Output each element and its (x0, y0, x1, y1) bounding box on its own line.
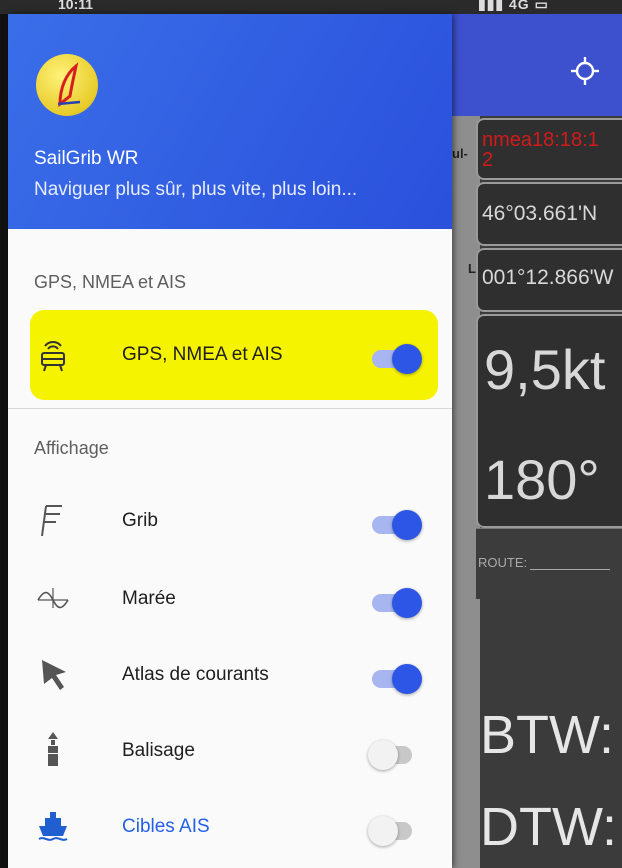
drawer-header: SailGrib WR Naviguer plus sûr, plus vite… (8, 14, 452, 229)
btw-label: BTW: (480, 705, 614, 765)
menu-item-label: Atlas de courants (122, 664, 269, 685)
app-name: SailGrib WR (34, 148, 139, 169)
cursor-arrow-icon (42, 660, 66, 690)
menu-item-buoyage[interactable]: Balisage (8, 722, 452, 782)
menu-item-label: Grib (122, 510, 158, 531)
menu-item-label: Marée (122, 588, 176, 609)
app-logo (36, 54, 98, 116)
latitude-box: 46°03.661'N (476, 182, 622, 246)
status-icons: ▮▮▮ 4G ▭ (478, 0, 549, 12)
route-line (530, 569, 610, 570)
tide-wave-icon (37, 588, 69, 609)
gps-antenna-icon (41, 341, 65, 372)
menu-item-label: GPS, NMEA et AIS (122, 344, 283, 365)
buoyage-toggle[interactable] (368, 738, 420, 770)
ship-icon (38, 812, 68, 841)
menu-item-tide[interactable]: Marée (8, 570, 452, 630)
longitude-value: 001°12.866'W (482, 266, 614, 289)
speed-value: 9,5kt (484, 338, 606, 401)
locate-icon[interactable] (570, 56, 600, 86)
grib-toggle[interactable] (370, 508, 422, 540)
currents-toggle[interactable] (370, 662, 422, 694)
map-label: ul- (452, 146, 468, 161)
nmea-text: nmea18:18:1 (482, 129, 599, 151)
gps-toggle[interactable] (370, 342, 422, 374)
menu-item-label: Balisage (122, 740, 195, 761)
route-row: ROUTE: (476, 528, 622, 599)
nmea-text-line2: 2 (482, 149, 494, 171)
section-title-gps: GPS, NMEA et AIS (34, 272, 187, 292)
navigation-drawer: SailGrib WR Naviguer plus sûr, plus vite… (8, 14, 452, 868)
menu-item-currents-atlas[interactable]: Atlas de courants (8, 646, 452, 706)
route-label: ROUTE: (478, 555, 528, 570)
menu-item-grib[interactable]: Grib (8, 492, 452, 552)
map-label: L (468, 261, 476, 276)
tide-toggle[interactable] (370, 586, 422, 618)
app-tagline: Naviguer plus sûr, plus vite, plus loin.… (34, 179, 358, 200)
speed-heading-box: 9,5kt 180° (476, 314, 622, 528)
longitude-box: 001°12.866'W (476, 248, 622, 312)
heading-value: 180° (484, 448, 600, 511)
menu-item-gps[interactable]: GPS, NMEA et AIS (8, 326, 452, 386)
section-title-display: Affichage (34, 438, 109, 458)
menu-item-label: Cibles AIS (122, 816, 210, 837)
status-bar: 10:11 ▮▮▮ 4G ▭ (0, 0, 622, 14)
status-time: 10:11 (58, 0, 94, 12)
nmea-box: nmea18:18:1 2 (476, 118, 622, 180)
latitude-value: 46°03.661'N (482, 202, 598, 225)
grib-flag-icon (41, 505, 62, 537)
divider (8, 408, 452, 409)
ais-toggle[interactable] (368, 814, 420, 846)
menu-item-ais-targets[interactable]: Cibles AIS (8, 798, 452, 858)
dtw-label: DTW: (480, 797, 617, 857)
buoy-icon (48, 732, 58, 766)
